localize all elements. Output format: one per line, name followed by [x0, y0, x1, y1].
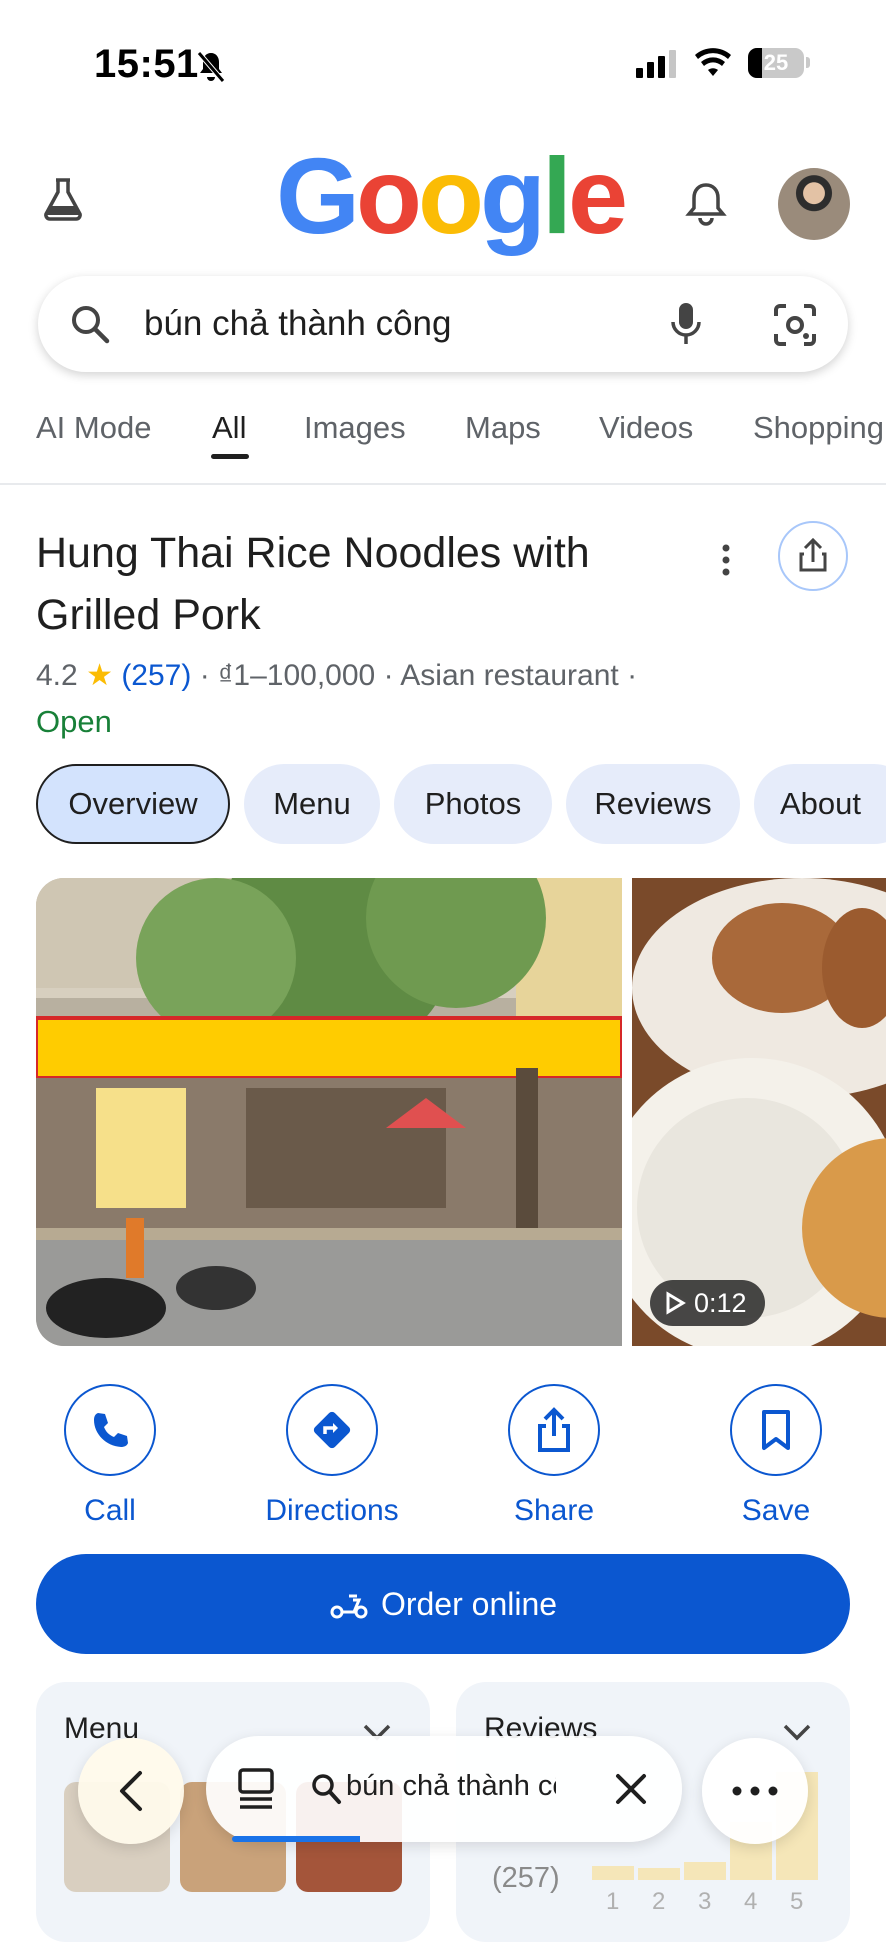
labs-flask-icon[interactable] [40, 176, 86, 222]
account-avatar[interactable] [778, 168, 850, 240]
delivery-scooter-icon [330, 1594, 368, 1619]
play-icon [666, 1291, 686, 1315]
video-duration: 0:12 [694, 1287, 747, 1318]
directions-button[interactable] [286, 1384, 378, 1476]
histogram-label: 5 [790, 1888, 804, 1915]
chevron-down-icon [783, 1724, 811, 1741]
search-query[interactable]: bún chả thành công [144, 304, 451, 344]
chip-menu[interactable]: Menu [244, 764, 380, 844]
tab-shopping[interactable]: Shopping [753, 410, 884, 446]
review-count-link[interactable]: (257) [121, 659, 191, 692]
bookmark-icon [762, 1410, 790, 1450]
back-button[interactable] [78, 1738, 184, 1844]
call-button[interactable] [64, 1384, 156, 1476]
share-icon [799, 537, 827, 572]
logo-letter: G [276, 135, 360, 256]
order-online-button[interactable]: Order online [36, 1554, 850, 1654]
histogram-bar [592, 1866, 634, 1880]
tab-videos[interactable]: Videos [599, 410, 693, 446]
battery-level: 25 [763, 50, 789, 75]
save-action[interactable]: Save [676, 1384, 876, 1528]
place-meta: 4.2 ★ (257) · ₫1–100,000 · Asian restaur… [36, 658, 637, 693]
logo-letter: o [418, 135, 484, 256]
histogram-label: 4 [744, 1888, 758, 1915]
share-action[interactable]: Share [454, 1384, 654, 1528]
share-place-button[interactable] [778, 521, 848, 591]
tab-maps[interactable]: Maps [465, 410, 541, 446]
tabs-divider [0, 483, 886, 485]
save-label: Save [741, 1494, 811, 1527]
chip-about[interactable]: About [754, 764, 886, 844]
phone-icon [94, 1413, 128, 1447]
chip-overview[interactable]: Overview [36, 764, 230, 844]
call-label: Call [84, 1494, 136, 1527]
logo-letter: e [567, 135, 628, 256]
logo-letter: l [541, 135, 572, 256]
storefront-photo[interactable] [36, 878, 622, 1346]
notifications-bell-icon[interactable] [684, 180, 728, 228]
video-thumbnail[interactable]: 0:12 [632, 878, 886, 1346]
share-label: Share [513, 1494, 595, 1527]
call-action[interactable]: Call [10, 1384, 210, 1528]
search-bar[interactable]: bún chả thành công [38, 276, 848, 372]
directions-action[interactable]: Directions [232, 1384, 432, 1528]
silent-mode-icon [197, 51, 225, 83]
page-load-progress [232, 1836, 588, 1842]
histogram-label: 2 [652, 1888, 666, 1915]
directions-label: Directions [265, 1494, 399, 1527]
status-time: 15:51 [94, 42, 199, 86]
video-duration-badge: 0:12 [650, 1280, 765, 1326]
search-icon [72, 306, 110, 344]
address-bar[interactable]: bún chả thành cô [206, 1736, 682, 1842]
order-online-label: Order online [380, 1585, 558, 1622]
battery-icon: 25 [748, 48, 804, 78]
progress-fill [232, 1836, 361, 1842]
chevron-left-icon [120, 1771, 142, 1811]
active-tab-indicator [211, 454, 249, 459]
price-range: ₫1–100,000 [218, 659, 376, 692]
voice-search-mic-icon[interactable] [668, 300, 704, 348]
search-icon [312, 1774, 341, 1804]
share-icon [538, 1407, 570, 1452]
tab-images[interactable]: Images [304, 410, 406, 446]
separator: · [383, 659, 401, 692]
save-button[interactable] [730, 1384, 822, 1476]
reviews-card-count: (257) [492, 1862, 560, 1894]
logo-letter: o [356, 135, 422, 256]
more-menu-button[interactable] [702, 1738, 808, 1844]
rating-value: 4.2 [36, 659, 78, 692]
histogram-bar [638, 1868, 680, 1880]
histogram-label: 1 [606, 1888, 620, 1915]
search-tabs: AI Mode All Images Maps Videos Shopping [0, 402, 886, 482]
place-title: Hung Thai Rice Noodles with Grilled Pork [36, 529, 590, 639]
tab-ai-mode[interactable]: AI Mode [36, 410, 151, 446]
food-video-image [632, 878, 886, 1346]
open-status: Open [36, 704, 112, 739]
wifi-icon [695, 48, 731, 76]
google-doodle-logo[interactable]: Google [276, 142, 628, 250]
directions-icon [313, 1411, 351, 1449]
histogram-label: 3 [698, 1888, 712, 1915]
tab-all[interactable]: All [212, 410, 246, 446]
tab-overview-icon[interactable] [236, 1766, 276, 1812]
more-options-icon[interactable] [714, 540, 738, 580]
storefront-image [36, 878, 622, 1346]
separator: · [199, 659, 219, 692]
battery-tip [806, 57, 810, 68]
google-lens-icon[interactable] [772, 302, 818, 348]
histogram-bar [684, 1862, 726, 1880]
chip-reviews[interactable]: Reviews [566, 764, 740, 844]
star-icon: ★ [86, 659, 113, 692]
place-category: Asian restaurant [400, 659, 619, 692]
close-icon[interactable] [614, 1772, 648, 1806]
separator: · [627, 659, 638, 692]
address-text[interactable]: bún chả thành cô [346, 1770, 556, 1803]
share-button[interactable] [508, 1384, 600, 1476]
cellular-signal-icon [636, 50, 680, 78]
logo-letter: g [479, 135, 546, 256]
more-horizontal-icon [732, 1786, 778, 1796]
chip-photos[interactable]: Photos [394, 764, 552, 844]
